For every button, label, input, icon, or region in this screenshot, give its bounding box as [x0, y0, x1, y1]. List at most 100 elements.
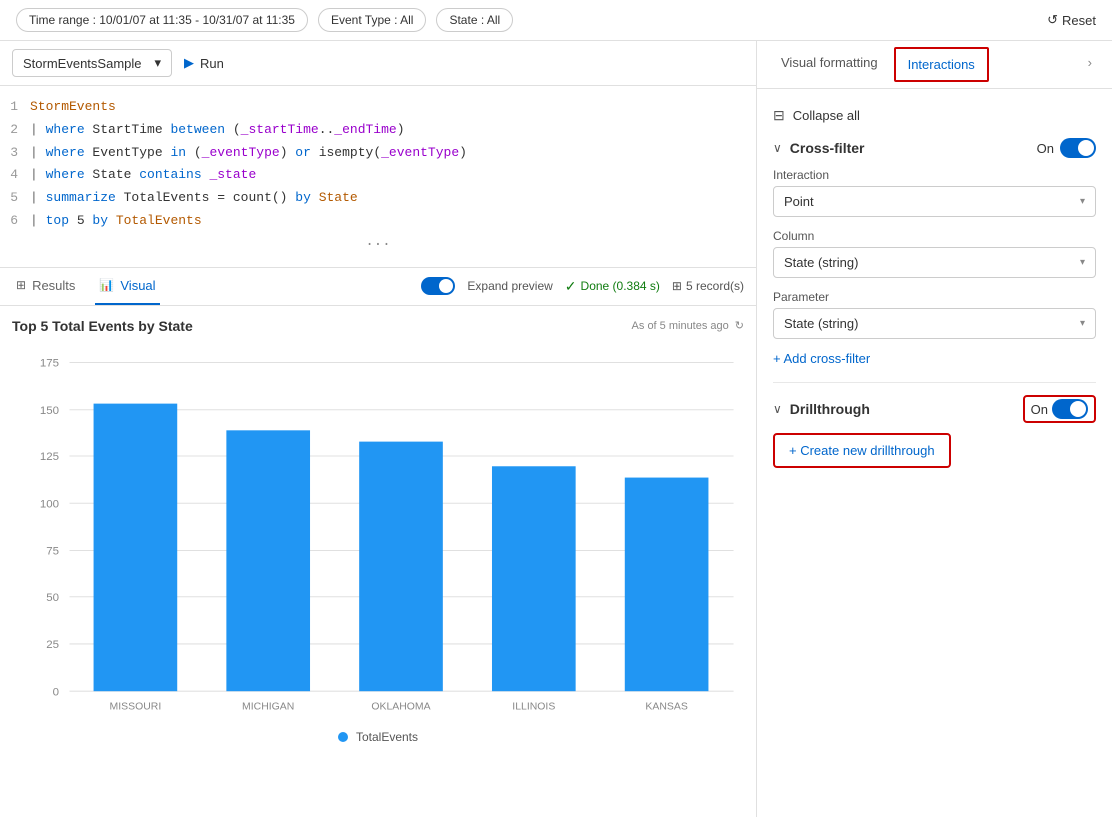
tab-visual-formatting[interactable]: Visual formatting	[769, 41, 890, 88]
event-type-filter[interactable]: Event Type : All	[318, 8, 427, 32]
interactions-label: Interactions	[908, 57, 975, 72]
database-select[interactable]: StormEventsSample ▾	[12, 49, 172, 77]
chart-meta-text: As of 5 minutes ago	[632, 320, 729, 332]
cross-filter-toggle-switch[interactable]	[1060, 138, 1096, 158]
column-select-arrow: ▾	[1080, 257, 1085, 268]
collapse-all-label: Collapse all	[793, 108, 860, 123]
drillthrough-toggle-container: On	[1023, 395, 1096, 423]
svg-text:ILLINOIS: ILLINOIS	[512, 702, 555, 713]
bar-illinois[interactable]	[492, 466, 576, 691]
cross-filter-toggle: On	[1037, 138, 1096, 158]
chart-title: Top 5 Total Events by State	[12, 318, 193, 334]
run-label: Run	[200, 56, 224, 71]
svg-text:OKLAHOMA: OKLAHOMA	[371, 702, 430, 713]
column-field-label: Column	[773, 229, 1096, 243]
reset-icon: ↺	[1047, 12, 1058, 28]
create-drillthrough-label: + Create new drillthrough	[789, 443, 935, 458]
line-num-3: 3	[0, 143, 30, 164]
state-filter[interactable]: State : All	[436, 8, 513, 32]
code-content-3: | where EventType in (_eventType) or ise…	[30, 143, 467, 164]
chevron-right-icon[interactable]: ›	[1080, 41, 1100, 88]
chart-container: 0 25 50 75 100 125	[12, 342, 744, 722]
code-line-6: 6 | top 5 by TotalEvents	[0, 210, 756, 233]
table-icon: ⊞	[16, 278, 26, 292]
svg-text:MICHIGAN: MICHIGAN	[242, 702, 294, 713]
tab-results-label: Results	[32, 278, 75, 293]
svg-text:50: 50	[46, 592, 59, 604]
tab-results[interactable]: ⊞ Results	[12, 268, 79, 305]
column-select[interactable]: State (string) ▾	[773, 247, 1096, 278]
chart-title-row: Top 5 Total Events by State As of 5 minu…	[12, 318, 744, 334]
chevron-down-icon: ▾	[154, 55, 161, 71]
chart-legend: TotalEvents	[12, 730, 744, 744]
chart-area: Top 5 Total Events by State As of 5 minu…	[0, 306, 756, 817]
create-drillthrough-button[interactable]: + Create new drillthrough	[773, 433, 951, 468]
run-button[interactable]: ▶ Run	[184, 55, 224, 71]
records-icon: ⊞	[672, 279, 682, 293]
bar-oklahoma[interactable]	[359, 441, 443, 691]
line-num-2: 2	[0, 120, 30, 141]
tab-visual[interactable]: 📊 Visual	[95, 268, 159, 305]
time-range-filter[interactable]: Time range : 10/01/07 at 11:35 - 10/31/0…	[16, 8, 308, 32]
add-cross-filter-button[interactable]: + Add cross-filter	[773, 351, 870, 366]
interaction-field-label: Interaction	[773, 168, 1096, 182]
drillthrough-on-label: On	[1031, 402, 1048, 417]
records-label: 5 record(s)	[686, 279, 744, 293]
line-num-4: 4	[0, 165, 30, 186]
refresh-icon[interactable]: ↻	[735, 319, 744, 332]
ellipsis: ···	[0, 233, 756, 257]
code-line-3: 3 | where EventType in (_eventType) or i…	[0, 142, 756, 165]
column-field: Column State (string) ▾	[773, 229, 1096, 278]
bar-michigan[interactable]	[226, 430, 310, 691]
code-content-6: | top 5 by TotalEvents	[30, 211, 202, 232]
cross-filter-chevron[interactable]: ∨	[773, 141, 782, 155]
top-bar: Time range : 10/01/07 at 11:35 - 10/31/0…	[0, 0, 1112, 41]
svg-text:0: 0	[53, 686, 59, 698]
visual-formatting-label: Visual formatting	[781, 55, 878, 70]
chart-icon: 📊	[99, 278, 114, 292]
section-divider	[773, 382, 1096, 383]
line-num-6: 6	[0, 211, 30, 232]
code-line-5: 5 | summarize TotalEvents = count() by S…	[0, 187, 756, 210]
parameter-field: Parameter State (string) ▾	[773, 290, 1096, 339]
svg-text:75: 75	[46, 545, 59, 557]
left-panel: StormEventsSample ▾ ▶ Run 1 StormEvents …	[0, 41, 757, 817]
svg-text:100: 100	[40, 498, 59, 510]
tab-visual-label: Visual	[120, 278, 155, 293]
column-value: State (string)	[784, 255, 858, 270]
expand-preview-toggle[interactable]	[421, 277, 455, 295]
code-line-1: 1 StormEvents	[0, 96, 756, 119]
drillthrough-section-header: ∨ Drillthrough On	[773, 395, 1096, 423]
reset-button[interactable]: ↺ Reset	[1047, 12, 1096, 28]
right-content: ⊟ Collapse all ∨ Cross-filter On Interac…	[757, 89, 1112, 817]
records-badge: ⊞ 5 record(s)	[672, 279, 744, 293]
cross-filter-on-label: On	[1037, 141, 1054, 156]
code-content-5: | summarize TotalEvents = count() by Sta…	[30, 188, 358, 209]
bar-kansas[interactable]	[625, 477, 709, 691]
drillthrough-toggle-switch[interactable]	[1052, 399, 1088, 419]
parameter-select-arrow: ▾	[1080, 318, 1085, 329]
line-num-1: 1	[0, 97, 30, 118]
reset-label: Reset	[1062, 13, 1096, 28]
code-content-2: | where StartTime between (_startTime.._…	[30, 120, 405, 141]
parameter-select[interactable]: State (string) ▾	[773, 308, 1096, 339]
code-editor[interactable]: 1 StormEvents 2 | where StartTime betwee…	[0, 86, 756, 268]
svg-text:KANSAS: KANSAS	[645, 702, 687, 713]
interaction-select[interactable]: Point ▾	[773, 186, 1096, 217]
code-content-4: | where State contains _state	[30, 165, 256, 186]
parameter-field-label: Parameter	[773, 290, 1096, 304]
bar-chart: 0 25 50 75 100 125	[12, 342, 744, 722]
code-content-1: StormEvents	[30, 97, 116, 118]
collapse-all-button[interactable]: ⊟ Collapse all	[773, 101, 1096, 130]
cross-filter-section-header: ∨ Cross-filter On	[773, 138, 1096, 158]
tabs-status: Expand preview ✓ Done (0.384 s) ⊞ 5 reco…	[421, 277, 744, 295]
drillthrough-chevron[interactable]: ∨	[773, 402, 782, 416]
add-cross-filter-label: + Add cross-filter	[773, 351, 870, 366]
svg-text:25: 25	[46, 639, 59, 651]
legend-dot	[338, 732, 348, 742]
bar-missouri[interactable]	[94, 403, 178, 691]
legend-label: TotalEvents	[356, 730, 418, 744]
svg-text:125: 125	[40, 451, 59, 463]
done-badge: ✓ Done (0.384 s)	[565, 278, 660, 295]
tab-interactions[interactable]: Interactions	[896, 49, 987, 80]
